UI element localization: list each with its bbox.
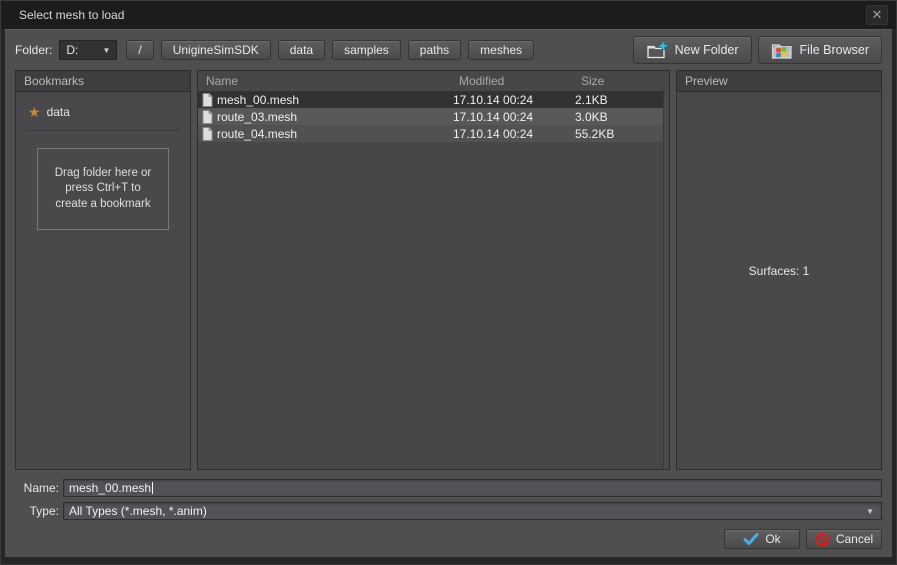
dialog-content: Folder: D: ▼ / UnigineSimSDK data sample…	[5, 29, 892, 557]
folder-label: Folder:	[15, 43, 52, 57]
new-folder-icon	[646, 41, 668, 60]
file-list-body: mesh_00.mesh 17.10.14 00:24 2.1KB route_…	[198, 91, 669, 469]
panels-area: Bookmarks ★ data Drag folder here or pre…	[15, 70, 882, 470]
file-row-mesh-00[interactable]: mesh_00.mesh 17.10.14 00:24 2.1KB	[198, 91, 663, 108]
chevron-down-icon: ▼	[102, 46, 110, 55]
new-folder-label: New Folder	[675, 43, 739, 57]
action-buttons: Ok Cancel	[5, 529, 882, 549]
bookmarks-divider	[28, 130, 178, 131]
file-size: 2.1KB	[575, 93, 663, 107]
title-bar: Select mesh to load ✕	[1, 1, 896, 29]
bookmarks-body: ★ data Drag folder here or press Ctrl+T …	[16, 92, 190, 469]
drive-select[interactable]: D: ▼	[59, 40, 117, 60]
file-row-route-03[interactable]: route_03.mesh 17.10.14 00:24 3.0KB	[198, 108, 663, 125]
cancel-label: Cancel	[836, 532, 873, 546]
cancel-button[interactable]: Cancel	[806, 529, 882, 549]
close-button[interactable]: ✕	[866, 5, 888, 25]
file-list-panel: Name Modified Size mesh_00.mesh	[197, 70, 670, 470]
bookmarks-panel: Bookmarks ★ data Drag folder here or pre…	[15, 70, 191, 470]
text-caret	[152, 482, 153, 494]
type-field-row: Type: All Types (*.mesh, *.anim) ▼	[15, 502, 882, 520]
ok-label: Ok	[765, 532, 780, 546]
new-folder-button[interactable]: New Folder	[633, 36, 752, 64]
breadcrumb-data[interactable]: data	[278, 40, 325, 60]
bookmark-drop-hint: Drag folder here or press Ctrl+T to crea…	[55, 166, 152, 213]
file-name: mesh_00.mesh	[217, 93, 299, 107]
file-icon	[202, 127, 213, 141]
chevron-down-icon: ▼	[866, 507, 876, 516]
surfaces-info: Surfaces: 1	[677, 264, 881, 278]
file-modified: 17.10.14 00:24	[453, 93, 575, 107]
drive-value: D:	[66, 43, 78, 57]
file-list-header: Name Modified Size	[198, 71, 669, 91]
check-icon	[743, 533, 759, 546]
name-field-row: Name: mesh_00.mesh	[15, 479, 882, 497]
preview-panel: Preview Surfaces: 1	[676, 70, 882, 470]
ok-button[interactable]: Ok	[724, 529, 800, 549]
close-icon: ✕	[872, 7, 883, 23]
bookmark-item-data[interactable]: ★ data	[16, 102, 190, 122]
file-size: 55.2KB	[575, 127, 663, 141]
breadcrumb: / UnigineSimSDK data samples paths meshe…	[126, 40, 534, 60]
preview-header: Preview	[677, 71, 881, 92]
bookmark-label: data	[47, 105, 70, 119]
column-header-name[interactable]: Name	[198, 74, 459, 88]
file-rows: mesh_00.mesh 17.10.14 00:24 2.1KB route_…	[198, 91, 663, 142]
breadcrumb-root[interactable]: /	[126, 40, 153, 60]
dialog-title: Select mesh to load	[19, 8, 124, 22]
type-select-value: All Types (*.mesh, *.anim)	[69, 504, 207, 518]
file-icon	[202, 110, 213, 124]
bookmarks-header: Bookmarks	[16, 71, 190, 92]
breadcrumb-meshes[interactable]: meshes	[468, 40, 534, 60]
type-select[interactable]: All Types (*.mesh, *.anim) ▼	[63, 502, 882, 520]
breadcrumb-unigine-sim-sdk[interactable]: UnigineSimSDK	[161, 40, 271, 60]
file-size: 3.0KB	[575, 110, 663, 124]
file-name: route_04.mesh	[217, 127, 297, 141]
no-entry-icon	[815, 532, 830, 547]
preview-body: Surfaces: 1	[677, 92, 881, 469]
file-name: route_03.mesh	[217, 110, 297, 124]
bookmark-drop-zone[interactable]: Drag folder here or press Ctrl+T to crea…	[37, 148, 169, 230]
file-browser-button[interactable]: File Browser	[758, 36, 882, 64]
column-header-size[interactable]: Size	[581, 74, 669, 88]
vertical-scrollbar-track	[663, 91, 669, 469]
star-icon: ★	[28, 105, 41, 119]
toolbar-actions: New Folder	[633, 36, 882, 64]
breadcrumb-paths[interactable]: paths	[408, 40, 461, 60]
type-label: Type:	[15, 504, 59, 518]
select-mesh-dialog: Select mesh to load ✕ Folder: D: ▼ / Uni…	[0, 0, 897, 565]
file-modified: 17.10.14 00:24	[453, 110, 575, 124]
breadcrumb-samples[interactable]: samples	[332, 40, 401, 60]
file-browser-label: File Browser	[800, 43, 869, 57]
column-header-modified[interactable]: Modified	[459, 74, 581, 88]
folder-toolbar: Folder: D: ▼ / UnigineSimSDK data sample…	[5, 30, 892, 70]
file-modified: 17.10.14 00:24	[453, 127, 575, 141]
file-icon	[202, 93, 213, 107]
name-input[interactable]: mesh_00.mesh	[63, 479, 882, 497]
name-input-value: mesh_00.mesh	[69, 481, 151, 495]
file-row-route-04[interactable]: route_04.mesh 17.10.14 00:24 55.2KB	[198, 125, 663, 142]
name-label: Name:	[15, 481, 59, 495]
windows-folder-icon	[771, 41, 793, 60]
